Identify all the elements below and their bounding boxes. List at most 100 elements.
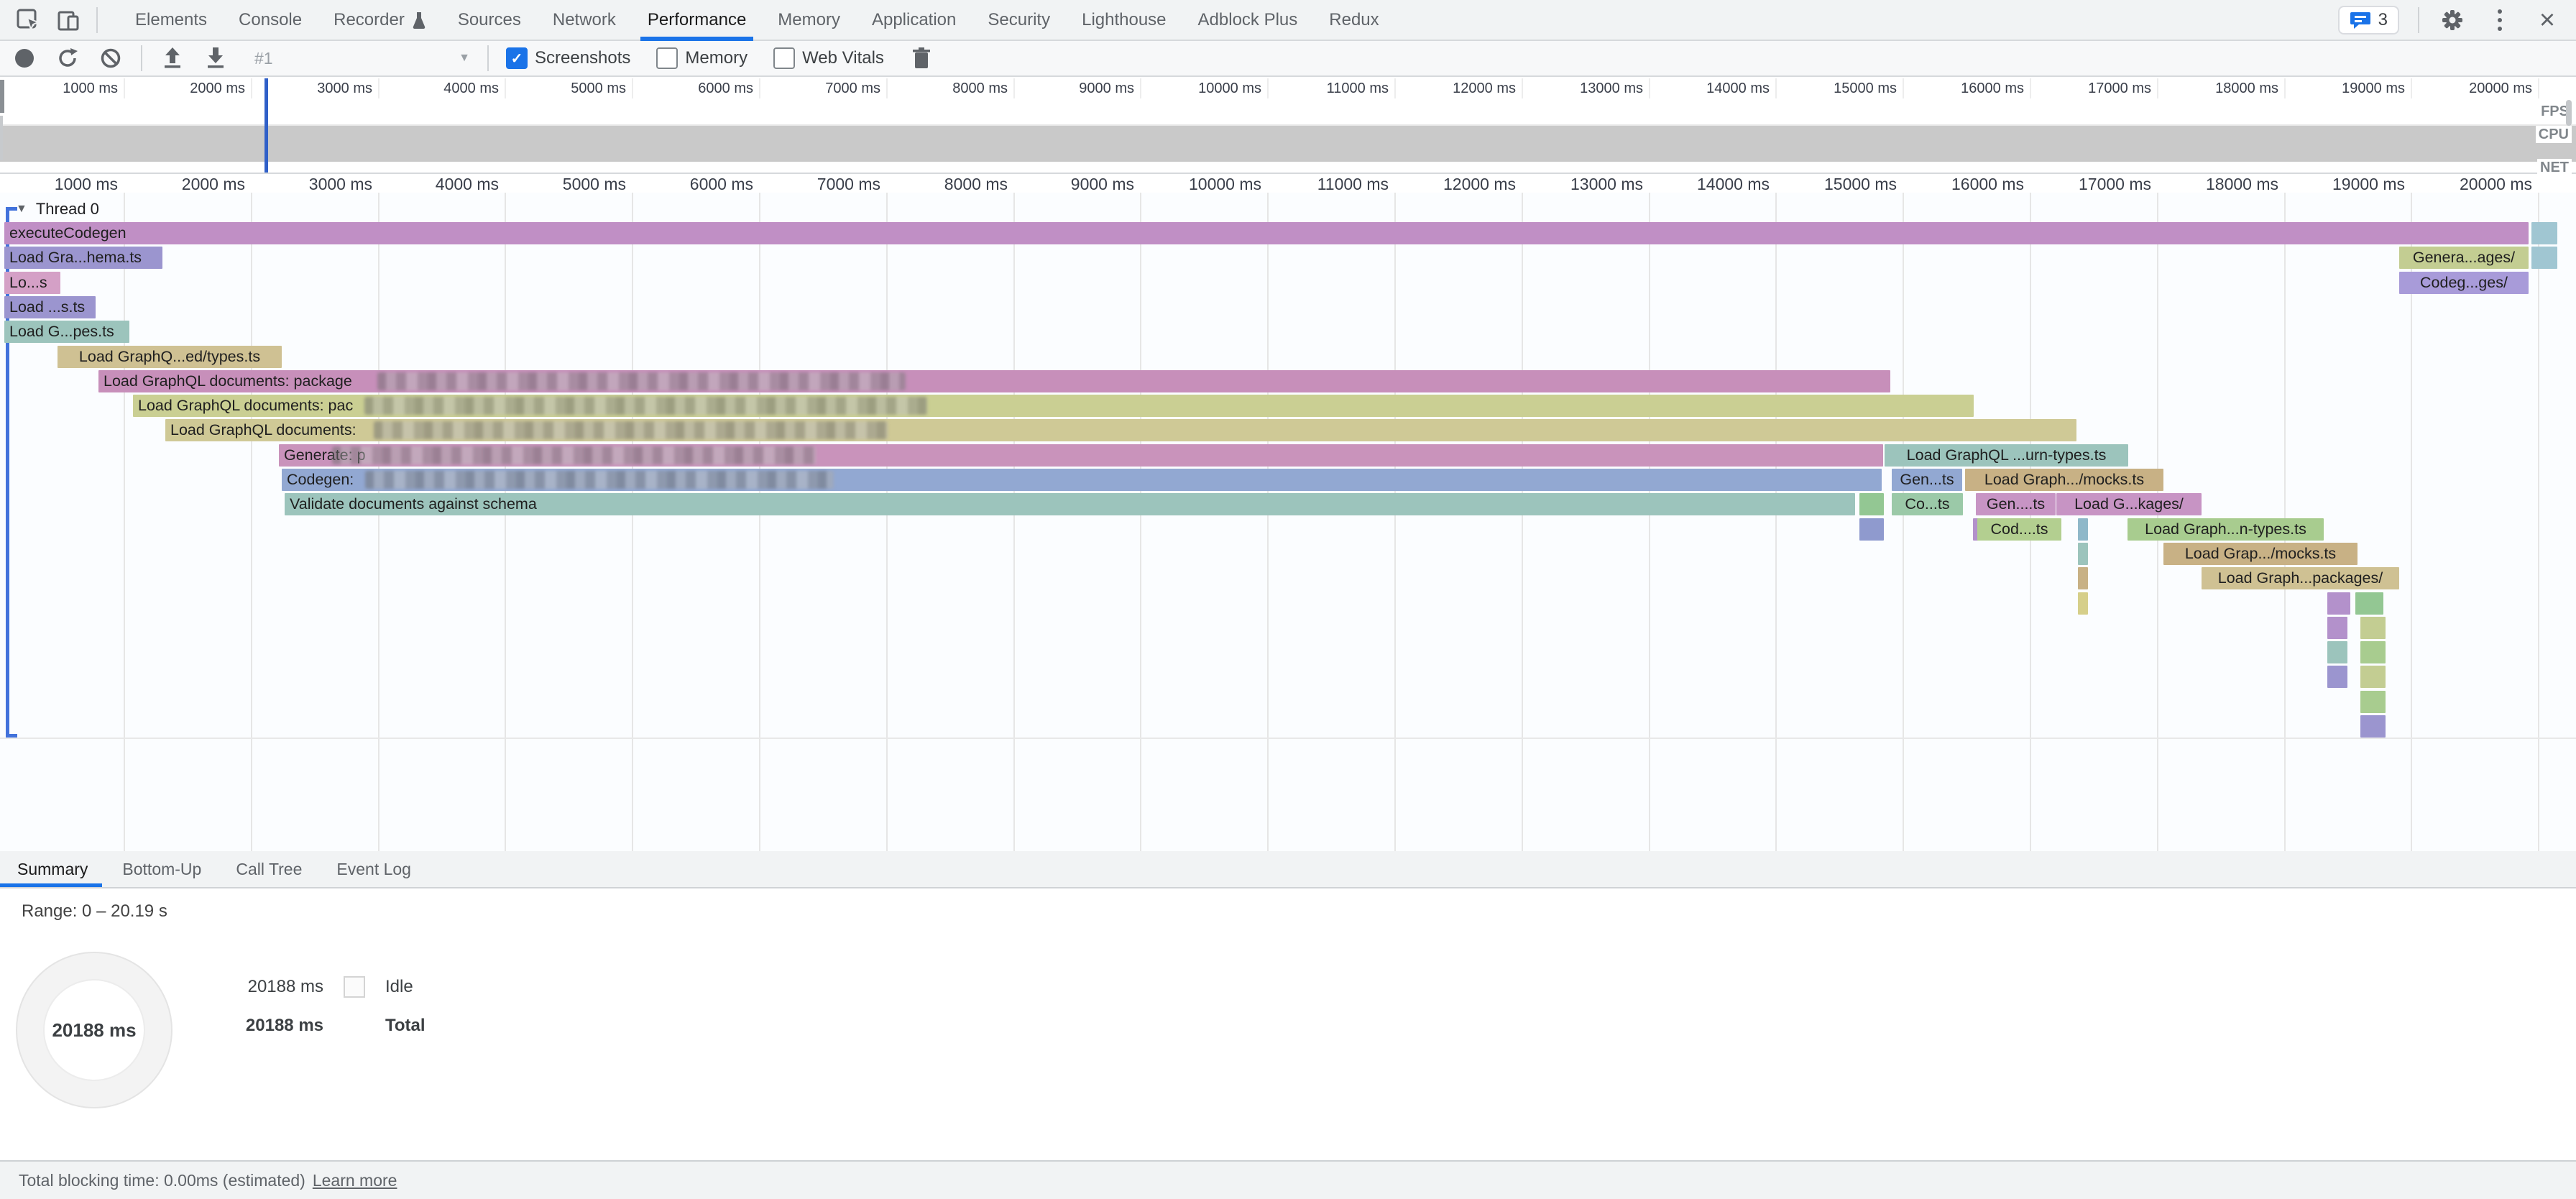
- flame-bar[interactable]: Load Graph...packages/: [2202, 567, 2399, 589]
- flame-row: Load Graph...packages/: [0, 567, 2576, 589]
- tab-event-log[interactable]: Event Log: [319, 851, 428, 887]
- checkbox-web-vitals[interactable]: Web Vitals: [773, 47, 884, 69]
- flame-bar[interactable]: [2078, 518, 2088, 541]
- flame-bar[interactable]: Load Grap.../mocks.ts: [2163, 543, 2358, 565]
- tab-network[interactable]: Network: [537, 0, 632, 40]
- flame-bar[interactable]: Codegen:: [282, 469, 1882, 491]
- checkbox-screenshots[interactable]: ✓Screenshots: [506, 47, 630, 69]
- tab-application[interactable]: Application: [856, 0, 972, 40]
- settings-gear-icon[interactable]: [2438, 6, 2467, 35]
- flame-bar[interactable]: [2531, 247, 2557, 269]
- tab-bottom-up[interactable]: Bottom-Up: [105, 851, 218, 887]
- flame-bar[interactable]: [2327, 592, 2350, 615]
- flame-bar[interactable]: Lo...s: [4, 272, 60, 294]
- flamechart[interactable]: ▼ Thread 0 executeCodegen Load Gra...hema…: [0, 193, 2576, 851]
- flame-bar[interactable]: Load GraphQL documents: pac: [133, 395, 1974, 417]
- overview-scrollbar[interactable]: [2566, 100, 2572, 126]
- issues-badge[interactable]: 3: [2338, 6, 2399, 35]
- flame-bar[interactable]: [2360, 617, 2386, 639]
- flame-bar[interactable]: Validate documents against schema: [285, 493, 1855, 515]
- net-strip: [0, 162, 2576, 174]
- toolbar-separator: [96, 7, 98, 33]
- flame-bar[interactable]: Cod....ts: [1977, 518, 2061, 541]
- save-profile-icon[interactable]: [203, 45, 229, 71]
- flame-row: Lo...s Codeg...ges/: [0, 272, 2576, 294]
- flame-bar[interactable]: Load Graph...n-types.ts: [2128, 518, 2324, 541]
- reload-and-record-button[interactable]: [55, 45, 80, 71]
- tab-lighthouse[interactable]: Lighthouse: [1066, 0, 1182, 40]
- tab-adblock-plus[interactable]: Adblock Plus: [1182, 0, 1314, 40]
- flame-bar[interactable]: [2327, 641, 2347, 663]
- flame-bar[interactable]: Generate: p: [279, 444, 1883, 467]
- trash-icon[interactable]: [908, 45, 934, 71]
- ruler-tick-label: 18000 ms: [2206, 175, 2284, 194]
- tab-security[interactable]: Security: [972, 0, 1066, 40]
- clear-recording-icon[interactable]: [98, 45, 124, 71]
- flame-bar[interactable]: Load G...kages/: [2056, 493, 2202, 515]
- overview-window-handle[interactable]: [0, 116, 3, 160]
- ruler-tick-label: 9000 ms: [1071, 175, 1140, 194]
- flame-bar[interactable]: Load Graph.../mocks.ts: [1965, 469, 2163, 491]
- flame-bar[interactable]: [1859, 493, 1884, 515]
- device-toolbar-icon[interactable]: [56, 8, 80, 32]
- flame-bar[interactable]: Load GraphQ...ed/types.ts: [58, 346, 282, 368]
- flame-bar[interactable]: [2078, 567, 2088, 589]
- checkbox-memory[interactable]: Memory: [656, 47, 748, 69]
- flame-bar[interactable]: [2078, 543, 2088, 565]
- unchecked-checkbox-icon[interactable]: [656, 47, 678, 69]
- flame-row: [0, 715, 2576, 738]
- timeline-overview[interactable]: 1000 ms2000 ms3000 ms4000 ms5000 ms6000 …: [0, 78, 2576, 174]
- flame-bar[interactable]: Gen...ts: [1892, 469, 1962, 491]
- tab-call-tree[interactable]: Call Tree: [218, 851, 319, 887]
- disclosure-triangle-icon[interactable]: ▼: [16, 203, 27, 216]
- flame-bar[interactable]: Genera...ages/: [2399, 247, 2529, 269]
- flame-bar[interactable]: Codeg...ges/: [2399, 272, 2529, 294]
- flame-bar[interactable]: Gen....ts: [1976, 493, 2056, 515]
- load-profile-icon[interactable]: [160, 45, 185, 71]
- tab-performance[interactable]: Performance: [632, 0, 762, 40]
- flame-bar[interactable]: [1859, 518, 1884, 541]
- ruler-tick-label: 2000 ms: [190, 81, 251, 97]
- unchecked-checkbox-icon[interactable]: [773, 47, 795, 69]
- thread-header[interactable]: ▼ Thread 0: [16, 200, 99, 219]
- flame-bar[interactable]: Load GraphQL documents: package: [98, 370, 1890, 392]
- learn-more-link[interactable]: Learn more: [313, 1171, 397, 1190]
- tab-console[interactable]: Console: [223, 0, 318, 40]
- inspect-element-icon[interactable]: [16, 8, 40, 32]
- checked-checkbox-icon[interactable]: ✓: [506, 47, 528, 69]
- flame-bar[interactable]: Load GraphQL documents:: [165, 419, 2076, 441]
- summary-donut-chart: 20188 ms: [16, 952, 172, 1108]
- summary-panel: Range: 0 – 20.19 s 20188 ms 20188 msIdle…: [0, 888, 2576, 1160]
- flame-bar[interactable]: [2360, 691, 2386, 713]
- flame-bar[interactable]: Load GraphQL ...urn-types.ts: [1885, 444, 2128, 467]
- flame-bar[interactable]: [2327, 666, 2347, 688]
- more-options-kebab-icon[interactable]: [2485, 6, 2514, 35]
- flame-bar[interactable]: [2327, 617, 2347, 639]
- flame-bar[interactable]: Load G...pes.ts: [4, 321, 129, 343]
- tab-elements[interactable]: Elements: [119, 0, 223, 40]
- flame-bar[interactable]: [2078, 592, 2088, 615]
- tab-memory[interactable]: Memory: [762, 0, 856, 40]
- flame-row: [0, 691, 2576, 713]
- tab-recorder[interactable]: Recorder: [318, 0, 442, 40]
- flame-bar[interactable]: Load ...s.ts: [4, 296, 96, 318]
- flame-bar[interactable]: [2360, 641, 2386, 663]
- tab-summary[interactable]: Summary: [0, 851, 105, 887]
- tab-redux[interactable]: Redux: [1313, 0, 1394, 40]
- flame-bar[interactable]: [2360, 715, 2386, 738]
- toolbar-separator: [2418, 7, 2419, 33]
- flame-bar[interactable]: executeCodegen: [4, 222, 2529, 244]
- legend-row: 20188 msIdle: [216, 976, 426, 998]
- tab-sources[interactable]: Sources: [442, 0, 537, 40]
- flame-bar[interactable]: [2360, 666, 2386, 688]
- flame-bar[interactable]: [2531, 222, 2557, 244]
- record-button[interactable]: [12, 45, 37, 71]
- close-devtools-icon[interactable]: ×: [2533, 6, 2562, 35]
- flame-bar[interactable]: Co...ts: [1892, 493, 1963, 515]
- flame-bar[interactable]: [2355, 592, 2383, 615]
- flame-bar[interactable]: Load Gra...hema.ts: [4, 247, 162, 269]
- profile-select[interactable]: #1 ▼: [246, 49, 470, 68]
- cpu-label: CPU: [2536, 126, 2572, 143]
- overview-window-handle[interactable]: [0, 80, 4, 113]
- flask-icon: [412, 11, 426, 29]
